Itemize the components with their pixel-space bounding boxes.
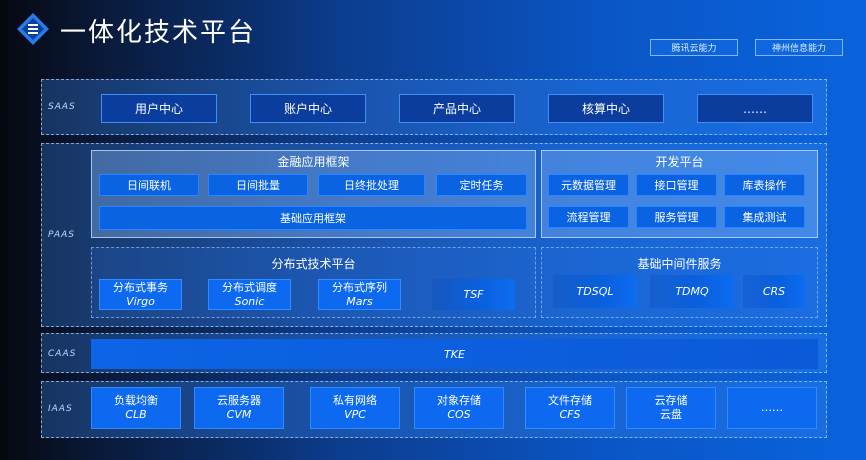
saas-item-more: …… [697, 94, 813, 123]
dev-item-service: 服务管理 [636, 206, 717, 228]
iaas-item-cos: 对象存储 COS [414, 387, 504, 429]
distributed-item-name: 分布式调度 [222, 280, 277, 294]
caas-label: CAAS [48, 349, 77, 359]
iaas-item-name: 负载均衡 [114, 394, 158, 408]
iaas-item-code: COS [447, 408, 471, 421]
saas-label: SAAS [48, 102, 76, 112]
legend-tencent-cloud: 腾讯云能力 [650, 39, 738, 56]
iaas-item-vpc: 私有网络 VPC [310, 387, 400, 429]
saas-item-user-center: 用户中心 [101, 94, 217, 123]
iaas-item-code: VPC [344, 408, 366, 421]
distributed-item-code: Sonic [234, 294, 265, 308]
iaas-item-name: …… [761, 401, 783, 415]
page-title: 一体化技术平台 [60, 18, 257, 48]
iaas-label: IAAS [48, 404, 73, 414]
iaas-item-cfs: 文件存储 CFS [525, 387, 615, 429]
middleware-item-tdsql: TDSQL [553, 275, 637, 308]
saas-item-product-center: 产品中心 [399, 94, 515, 123]
iaas-item-more: …… [727, 387, 817, 429]
middleware-item-tdmq: TDMQ [650, 275, 734, 308]
iaas-item-clb: 负载均衡 CLB [91, 387, 181, 429]
saas-item-account-center: 账户中心 [250, 94, 366, 123]
dev-item-test: 集成测试 [724, 206, 805, 228]
dev-item-flow: 流程管理 [548, 206, 629, 228]
iaas-item-code: CVM [226, 408, 252, 421]
distributed-item-name: 分布式事务 [113, 280, 168, 294]
dev-item-table: 库表操作 [724, 174, 805, 196]
iaas-item-code: CFS [559, 408, 581, 421]
finance-item-batch: 日间批量 [208, 174, 308, 196]
finance-item-scheduled: 定时任务 [436, 174, 527, 196]
iaas-item-name: 私有网络 [333, 394, 377, 408]
iaas-item-name: 文件存储 [548, 394, 592, 408]
finance-framework-title: 金融应用框架 [277, 154, 350, 169]
caas-item-tke: TKE [91, 339, 818, 369]
paas-label: PAAS [48, 230, 76, 240]
distributed-item-code: Mars [346, 294, 373, 308]
distributed-item-code: Virgo [126, 294, 155, 308]
saas-item-accounting-center: 核算中心 [548, 94, 664, 123]
finance-item-online: 日间联机 [99, 174, 199, 196]
dev-item-metadata: 元数据管理 [548, 174, 629, 196]
iaas-item-code: CLB [125, 408, 147, 421]
distributed-platform-title: 分布式技术平台 [271, 256, 356, 271]
finance-base-framework: 基础应用框架 [99, 206, 527, 230]
distributed-item-tsf: TSF [432, 279, 515, 310]
distributed-item-sonic: 分布式调度 Sonic [208, 279, 291, 310]
middleware-item-crs: CRS [743, 275, 805, 308]
iaas-item-cvm: 云服务器 CVM [194, 387, 284, 429]
finance-item-eod: 日终批处理 [318, 174, 425, 196]
legend-dcits: 神州信息能力 [755, 39, 843, 56]
dev-item-interface: 接口管理 [636, 174, 717, 196]
iaas-item-name: 对象存储 [437, 394, 481, 408]
platform-logo-icon [17, 13, 49, 45]
iaas-item-name: 云存储 [654, 394, 688, 408]
iaas-item-cloud-disk: 云存储 云盘 [626, 387, 716, 429]
iaas-item-code: 云盘 [660, 408, 682, 421]
iaas-item-name: 云服务器 [217, 394, 261, 408]
middleware-title: 基础中间件服务 [637, 256, 722, 271]
dev-platform-title: 开发平台 [655, 154, 704, 169]
distributed-item-virgo: 分布式事务 Virgo [99, 279, 182, 310]
distributed-item-name: 分布式序列 [332, 280, 387, 294]
distributed-item-mars: 分布式序列 Mars [318, 279, 401, 310]
